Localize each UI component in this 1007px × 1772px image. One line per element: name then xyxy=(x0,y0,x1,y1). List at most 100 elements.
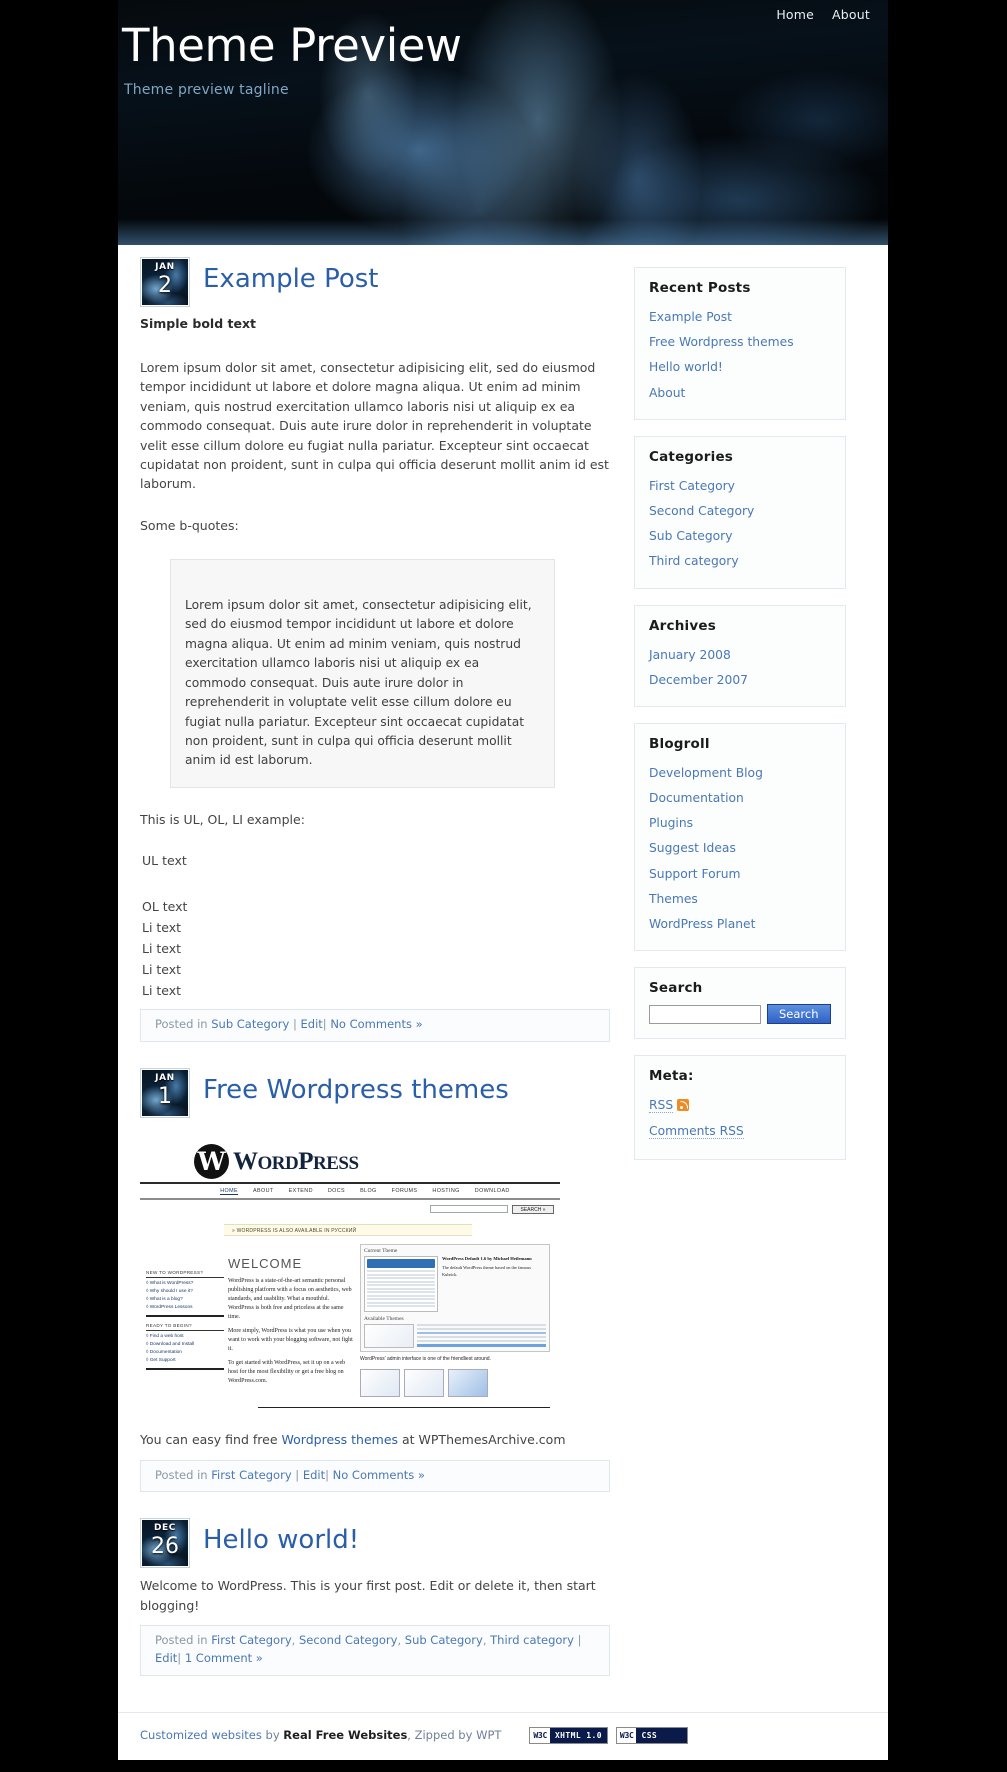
post-category-link[interactable]: First Category xyxy=(211,1468,291,1482)
blogroll-link[interactable]: Support Forum xyxy=(649,867,741,881)
blogroll-link[interactable]: WordPress Planet xyxy=(649,917,755,931)
post-comments-link[interactable]: No Comments » xyxy=(330,1017,422,1031)
wp-nav-about: ABOUT xyxy=(253,1188,274,1195)
widget-recent-posts: Recent Posts Example Post Free Wordpress… xyxy=(634,267,846,420)
post-comments-link[interactable]: No Comments » xyxy=(333,1468,425,1482)
footer-credit-mid: by xyxy=(261,1728,284,1743)
search-input[interactable] xyxy=(649,1004,761,1024)
wp-left-link: ◊ What is a blog? xyxy=(146,1297,183,1303)
category-link[interactable]: Sub Category xyxy=(649,529,732,543)
wordpress-wordmark: WORDPRESS xyxy=(233,1148,359,1176)
post-edit-link[interactable]: Edit xyxy=(301,1017,323,1031)
blogroll-link[interactable]: Documentation xyxy=(649,791,744,805)
wp-left-divider xyxy=(146,1315,224,1318)
wp-left-column: NEW TO WORDPRESS? ◊ What is WordPress? ◊… xyxy=(140,1244,224,1397)
wp-left-link: ◊ Why should I use it? xyxy=(146,1289,193,1295)
search-form[interactable]: Search xyxy=(649,1004,831,1025)
xhtml-validation-badge[interactable]: W3C XHTML 1.0 xyxy=(529,1726,608,1744)
wp-left-heading-2: READY TO BEGIN? xyxy=(146,1323,224,1332)
post-edit-link[interactable]: Edit xyxy=(155,1651,177,1665)
wp-admin-caption: WordPress' admin interface is one of the… xyxy=(360,1356,491,1363)
wp-left-link: ◊ Download and Install xyxy=(146,1342,195,1348)
list-item: Themes xyxy=(649,886,831,909)
post-edit-link[interactable]: Edit xyxy=(303,1468,325,1482)
meta-separator: | xyxy=(291,1467,303,1482)
blogroll-link[interactable]: Themes xyxy=(649,892,698,906)
li-item: Li text xyxy=(142,940,182,956)
wp-right-column: Current Theme WordPress Default 1.6 by M… xyxy=(360,1244,550,1398)
recent-post-link[interactable]: Example Post xyxy=(649,310,732,324)
wp-nav-blog: BLOG xyxy=(360,1188,377,1195)
page-bottom-strip xyxy=(0,1759,1007,1772)
search-button[interactable]: Search xyxy=(767,1004,831,1025)
post-comments-link[interactable]: 1 Comment » xyxy=(185,1651,263,1665)
widget-title: Recent Posts xyxy=(649,280,751,296)
category-link[interactable]: Second Category xyxy=(649,504,754,518)
css-validation-badge[interactable]: W3C CSS xyxy=(615,1726,689,1744)
wp-left-link: ◊ Find a web host xyxy=(146,1334,184,1340)
widget-title: Categories xyxy=(649,448,734,465)
blogroll-link[interactable]: Suggest Ideas xyxy=(649,841,736,855)
rss-feed-icon[interactable] xyxy=(677,1099,690,1112)
post-title-link[interactable]: Free Wordpress themes xyxy=(203,1075,509,1105)
post-date-badge: JAN 2 xyxy=(140,257,190,307)
post-date-badge: JAN 1 xyxy=(140,1068,190,1119)
rss-link[interactable]: RSS xyxy=(649,1098,674,1114)
recent-post-link[interactable]: About xyxy=(649,386,685,400)
list-item: Comments RSS xyxy=(649,1118,831,1141)
primary-navigation[interactable]: Home About xyxy=(776,7,870,22)
category-link[interactable]: Third category xyxy=(649,554,739,568)
post-blockquote: Lorem ipsum dolor sit amet, consectetur … xyxy=(170,559,555,788)
post-title-link[interactable]: Hello world! xyxy=(203,1525,359,1555)
post-category-link[interactable]: Sub Category xyxy=(405,1633,483,1647)
li-item: Li text xyxy=(142,982,182,998)
post-category-link[interactable]: First Category xyxy=(211,1633,291,1647)
wp-nav-home: HOME xyxy=(220,1188,239,1196)
post-title-link[interactable]: Example Post xyxy=(203,264,378,294)
list-item: Third category xyxy=(649,548,831,571)
widget-title: Search xyxy=(649,980,703,997)
post-category-link[interactable]: Second Category xyxy=(299,1633,398,1647)
wp-nav-docs: DOCS xyxy=(327,1188,346,1195)
wp-language-notice: » WORDPRESS IS ALSO AVAILABLE IN РУССКИЙ xyxy=(224,1224,472,1237)
site-tagline: Theme preview tagline xyxy=(124,82,289,98)
post-category-link[interactable]: Sub Category xyxy=(211,1017,289,1031)
ol-item: OL text xyxy=(142,898,188,914)
wp-available-themes-title: Available Themes xyxy=(364,1316,404,1323)
post-date-month: JAN xyxy=(155,1073,175,1084)
site-title-link[interactable]: Theme Preview xyxy=(122,19,462,72)
blogroll-link[interactable]: Plugins xyxy=(649,816,693,830)
recent-post-link[interactable]: Hello world! xyxy=(649,360,723,374)
post-category-link[interactable]: Third category xyxy=(490,1633,574,1647)
category-link[interactable]: First Category xyxy=(649,479,735,493)
footer-credit-link[interactable]: Customized websites xyxy=(140,1728,262,1742)
meta-separator: | xyxy=(573,1633,582,1648)
widget-categories: Categories First Category Second Categor… xyxy=(634,435,846,589)
post-header: JAN 1 Free Wordpress themes xyxy=(140,1068,610,1119)
meta-separator: | xyxy=(289,1017,301,1032)
wp-theme-thumbnail xyxy=(364,1256,438,1313)
recent-post-link[interactable]: Free Wordpress themes xyxy=(649,335,794,349)
wp-panel-title: Current Theme xyxy=(364,1248,398,1255)
archive-link[interactable]: December 2007 xyxy=(649,673,748,687)
wp-welcome-paragraph: More simply, WordPress is what you use w… xyxy=(228,1328,353,1353)
post-paragraph: Lorem ipsum dolor sit amet, consectetur … xyxy=(140,360,609,492)
archive-link[interactable]: January 2008 xyxy=(649,648,731,662)
nav-item-about[interactable]: About xyxy=(832,7,870,22)
blogroll-link[interactable]: Development Blog xyxy=(649,766,763,780)
wordpress-themes-link[interactable]: Wordpress themes xyxy=(282,1432,399,1447)
w3c-label: W3C xyxy=(619,1730,634,1740)
nav-item-home[interactable]: Home xyxy=(776,7,814,22)
blockquote-text: Lorem ipsum dolor sit amet, consectetur … xyxy=(185,598,532,768)
post-date-month: DEC xyxy=(153,1523,177,1534)
comments-rss-link[interactable]: Comments RSS xyxy=(649,1124,744,1140)
post-meta: Posted in First Category, Second Categor… xyxy=(140,1625,610,1676)
list-item: Free Wordpress themes xyxy=(649,329,831,352)
wp-welcome-paragraph: WordPress is a state-of-the-art semantic… xyxy=(228,1278,352,1321)
list-item: Sub Category xyxy=(649,523,831,546)
wp-thumb xyxy=(360,1369,400,1398)
wp-left-divider xyxy=(146,1368,224,1371)
wp-available-theme-thumb xyxy=(364,1324,414,1349)
site-header: Home About Theme Preview Theme preview t… xyxy=(118,0,888,245)
post-title: Hello world! xyxy=(203,1518,359,1556)
